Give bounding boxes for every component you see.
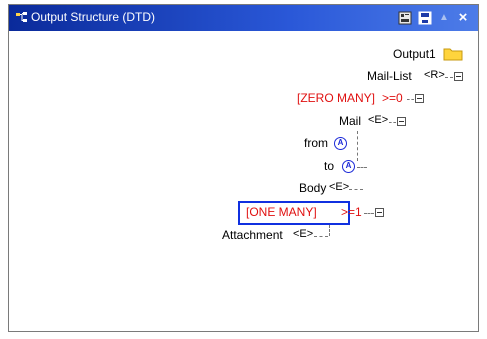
mail-tag: <E> (368, 114, 389, 126)
from-attribute-label[interactable]: from (304, 136, 328, 150)
mail-collapse-toggle[interactable] (397, 117, 406, 126)
tree-canvas: Output1 Mail-List <R> [ZERO MANY] >=0 Ma… (9, 31, 478, 331)
zero-many-label[interactable]: [ZERO MANY] (297, 91, 375, 105)
body-label[interactable]: Body (299, 181, 326, 195)
mail-list-tag: <R> (424, 69, 445, 81)
attachment-label[interactable]: Attachment (222, 228, 283, 242)
save-icon[interactable] (396, 8, 414, 28)
one-many-suffix: >=1 (341, 205, 362, 219)
root-node-label[interactable]: Output1 (393, 47, 436, 61)
connector (407, 99, 414, 100)
connector (357, 167, 367, 168)
zero-many-suffix: >=0 (382, 91, 403, 105)
close-icon[interactable]: × (454, 8, 472, 28)
attribute-icon: A (334, 137, 347, 150)
title-bar[interactable]: Output Structure (DTD) ▲ × (9, 5, 478, 31)
mail-list-label[interactable]: Mail-List (367, 69, 412, 83)
disk-icon[interactable] (416, 8, 434, 28)
connector (364, 213, 374, 214)
connector (445, 77, 453, 78)
zero-many-collapse-toggle[interactable] (415, 94, 424, 103)
window-title: Output Structure (DTD) (31, 10, 156, 24)
one-many-label[interactable]: [ONE MANY] (246, 205, 317, 219)
to-attribute-label[interactable]: to (324, 159, 334, 173)
connector (357, 131, 358, 161)
mail-list-collapse-toggle[interactable] (454, 72, 463, 81)
one-many-collapse-toggle[interactable] (375, 208, 384, 217)
pin-icon[interactable]: ▲ (435, 8, 453, 28)
attribute-icon: A (342, 160, 355, 173)
output-structure-panel: Output Structure (DTD) ▲ × Output1 Mail-… (8, 4, 479, 332)
connector (329, 225, 330, 236)
folder-icon (443, 48, 463, 61)
connector (389, 122, 396, 123)
mail-label[interactable]: Mail (339, 114, 361, 128)
structure-icon (16, 12, 27, 22)
connector (349, 189, 363, 190)
connector (314, 236, 328, 237)
attachment-tag: <E> (293, 228, 314, 240)
body-tag: <E> (329, 181, 350, 193)
